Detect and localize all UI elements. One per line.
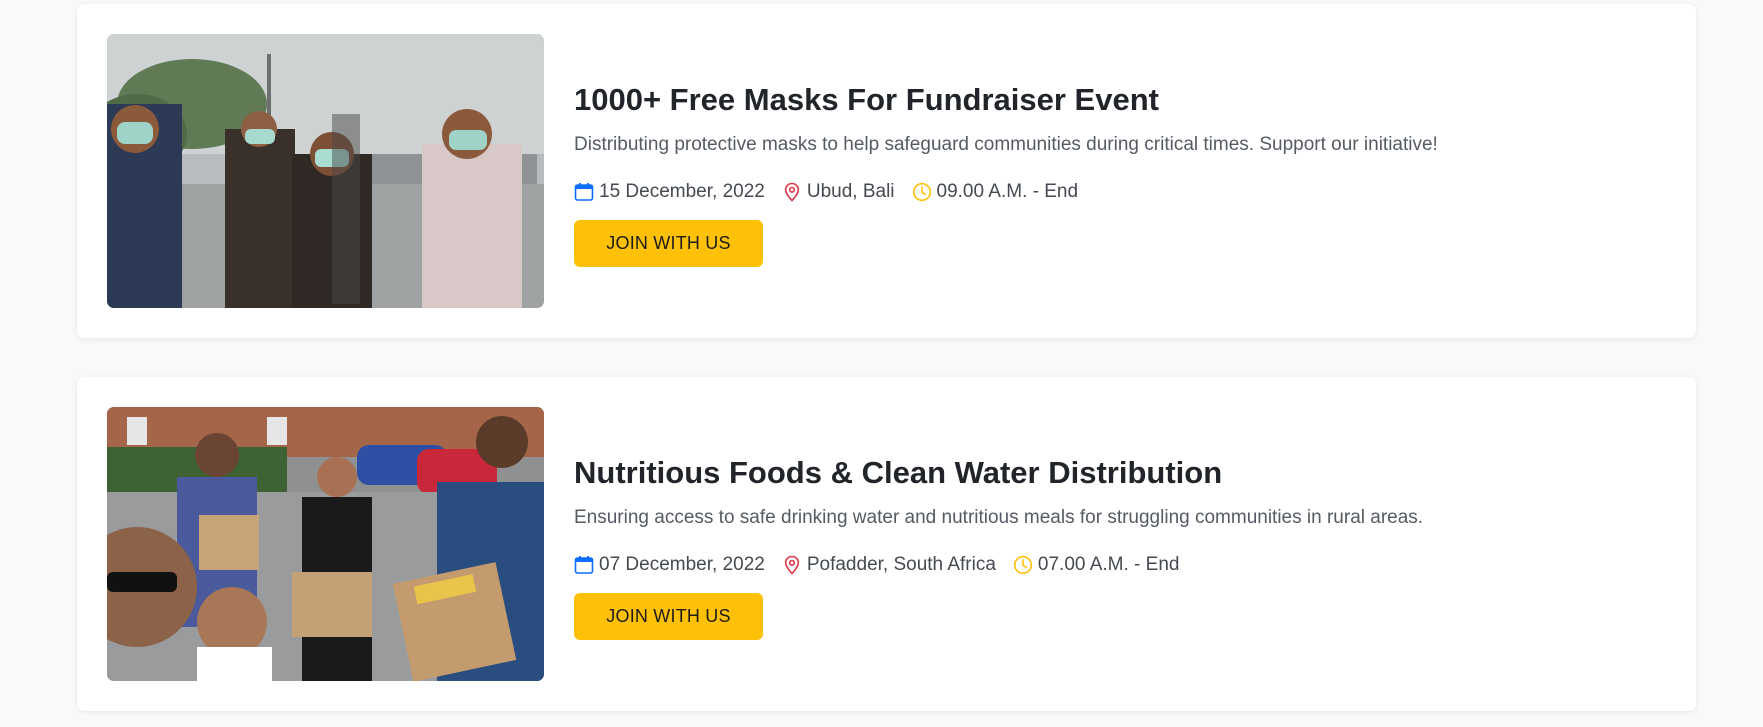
event-meta: 15 December, 2022 Ubud, Bali 09.00 A.M. … [574,180,1095,204]
event-photo[interactable] [107,34,544,308]
event-date-text: 15 December, 2022 [599,181,765,202]
event-title[interactable]: 1000+ Free Masks For Fundraiser Event [574,82,1159,118]
event-time: 09.00 A.M. - End [912,181,1079,203]
event-location: Ubud, Bali [782,181,895,203]
event-location: Pofadder, South Africa [782,554,996,576]
clock-icon [1013,555,1033,575]
event-date-text: 07 December, 2022 [599,554,765,575]
event-time-text: 07.00 A.M. - End [1037,554,1180,575]
event-date: 07 December, 2022 [574,554,765,576]
event-location-text: Pofadder, South Africa [806,554,996,575]
event-title[interactable]: Nutritious Foods & Clean Water Distribut… [574,455,1222,491]
event-location-text: Ubud, Bali [806,181,895,202]
event-description: Ensuring access to safe drinking water a… [574,507,1424,528]
events-list: 1000+ Free Masks For Fundraiser Event Di… [0,0,1763,727]
event-meta: 07 December, 2022 Pofadder, South Africa… [574,553,1196,577]
calendar-icon [574,555,594,575]
event-body: 1000+ Free Masks For Fundraiser Event Di… [574,34,1674,308]
event-date: 15 December, 2022 [574,181,765,203]
event-description: Distributing protective masks to help sa… [574,134,1438,155]
event-time: 07.00 A.M. - End [1013,554,1180,576]
event-card: Nutritious Foods & Clean Water Distribut… [77,377,1696,711]
location-pin-icon [782,182,802,202]
event-photo[interactable] [107,407,544,681]
event-card: 1000+ Free Masks For Fundraiser Event Di… [77,4,1696,338]
event-body: Nutritious Foods & Clean Water Distribut… [574,407,1674,681]
join-with-us-button[interactable]: JOIN WITH US [574,593,763,640]
event-time-text: 09.00 A.M. - End [936,181,1079,202]
join-with-us-button[interactable]: JOIN WITH US [574,220,763,267]
calendar-icon [574,182,594,202]
clock-icon [912,182,932,202]
location-pin-icon [782,555,802,575]
